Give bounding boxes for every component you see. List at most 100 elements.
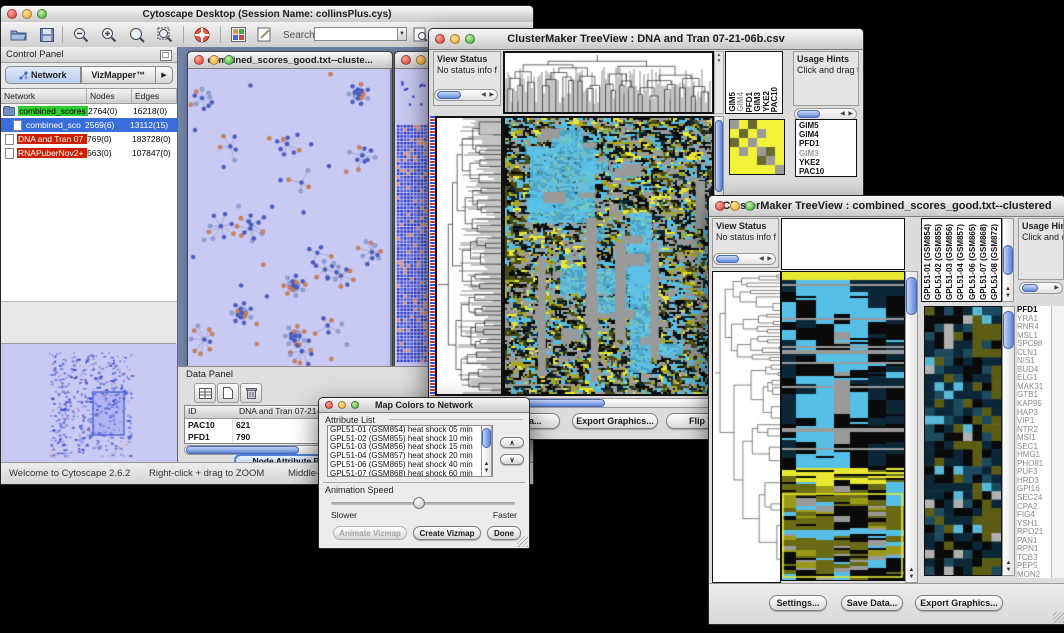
close-button[interactable] xyxy=(325,401,333,409)
minimize-button[interactable] xyxy=(209,55,219,65)
network-canvas[interactable] xyxy=(188,69,390,367)
cytoscape-titlebar[interactable]: Cytoscape Desktop (Session Name: collins… xyxy=(1,6,533,23)
attribute-list[interactable]: GPL51-01 (GSM854) heat shock 05 minGPL51… xyxy=(327,425,493,477)
list-item[interactable]: MON2 xyxy=(1017,571,1051,578)
network-tree-row[interactable]: combined_sco2569(6)13112(15) xyxy=(1,118,177,132)
close-button[interactable] xyxy=(194,55,204,65)
row-label: GIM4 xyxy=(799,130,856,139)
column-label: GPL51-06 (GSM865) xyxy=(969,224,977,300)
minimize-button[interactable] xyxy=(22,9,32,19)
edit-page-icon[interactable] xyxy=(255,25,274,44)
dendrogram-scroll-arrows[interactable]: ▲▼ xyxy=(714,51,724,114)
save-icon[interactable] xyxy=(37,25,56,44)
zoom-heatmap-scrollbar[interactable]: ▲▼ xyxy=(1002,306,1015,576)
minimize-button[interactable] xyxy=(338,401,346,409)
move-up-button[interactable]: ∧ xyxy=(500,437,524,448)
network-tree-row[interactable]: RNAPuberNov2+563(0)107847(0) xyxy=(1,146,177,160)
resize-grip[interactable] xyxy=(1053,612,1064,623)
zoom-out-icon[interactable] xyxy=(71,25,90,44)
close-button[interactable] xyxy=(435,34,445,44)
open-file-icon[interactable] xyxy=(9,25,28,44)
zoom-fit-icon[interactable] xyxy=(155,25,174,44)
treeview2-window: ClusterMaker TreeView : combined_scores_… xyxy=(708,195,1064,625)
zoom-in-icon[interactable] xyxy=(99,25,118,44)
zoom-button[interactable] xyxy=(224,55,234,65)
zoom-matrix[interactable] xyxy=(729,119,785,175)
column-labels-panel: GPL51-01 (GSM854)GPL51-02 (GSM855)GPL51-… xyxy=(921,218,1002,302)
global-heatmap[interactable] xyxy=(781,271,905,581)
column-labels-scrollbar[interactable]: ▲▼ xyxy=(1002,218,1014,302)
new-attribute-icon[interactable] xyxy=(217,383,239,403)
treeview2-titlebar[interactable]: ClusterMaker TreeView : combined_scores_… xyxy=(709,196,1064,217)
minimize-button[interactable] xyxy=(416,55,426,65)
network-tree-row[interactable]: combined_scores2764(0)16218(0) xyxy=(1,104,177,118)
view-status-scrollbar[interactable]: ◀ ▶ xyxy=(434,89,498,101)
export-graphics-button[interactable]: Export Graphics... xyxy=(572,413,658,429)
animation-speed-label: Animation Speed xyxy=(325,485,394,495)
zoom-heatmap[interactable] xyxy=(924,306,1002,576)
network-tree-row[interactable]: DNA and Tran 07769(0)183728(0) xyxy=(1,132,177,146)
column-dendrogram[interactable] xyxy=(781,218,905,270)
search-dropdown-arrow[interactable]: ▼ xyxy=(397,27,407,41)
column-dendrogram[interactable] xyxy=(503,51,714,114)
create-vizmap-button[interactable]: Create Vizmap xyxy=(413,526,481,540)
window-controls xyxy=(325,401,359,409)
doc-icon xyxy=(5,134,14,145)
done-button[interactable]: Done xyxy=(487,526,521,540)
zoom-button[interactable] xyxy=(745,201,755,211)
control-panel-header: Control Panel xyxy=(1,47,177,63)
network-window-titlebar[interactable]: combined_scores_good.txt--cluste... xyxy=(188,52,392,69)
dialog-titlebar[interactable]: Map Colors to Network xyxy=(319,398,529,413)
export-graphics-button[interactable]: Export Graphics... xyxy=(915,595,1003,611)
heatmap-vscrollbar[interactable]: ▲▼ xyxy=(905,271,918,583)
window-controls xyxy=(715,201,755,211)
view-status-scrollbar[interactable]: ◀ ▶ xyxy=(713,253,776,265)
minimize-button[interactable] xyxy=(450,34,460,44)
column-label: GPL51-03 (GSM856) xyxy=(946,224,954,300)
heatmap-hscrollbar[interactable] xyxy=(503,398,714,408)
float-panel-icon[interactable] xyxy=(160,50,172,61)
attribute-table-icon[interactable] xyxy=(194,383,216,403)
close-button[interactable] xyxy=(7,9,17,19)
tab-vizmapper[interactable]: VizMapper™ xyxy=(81,66,157,84)
move-down-button[interactable]: ∨ xyxy=(500,454,524,465)
settings-button[interactable]: Settings... xyxy=(769,595,827,611)
zoom-button[interactable] xyxy=(465,34,475,44)
list-item[interactable]: GPL51-07 (GSM868) heat shock 60 min xyxy=(328,470,492,477)
resize-grip[interactable] xyxy=(517,536,528,547)
column-label: GPL51-07 (GSM868) xyxy=(980,224,988,300)
minimize-button[interactable] xyxy=(730,201,740,211)
help-lifebuoy-icon[interactable] xyxy=(192,25,211,44)
control-panel: Control Panel Network VizMapper™ ▶ Netwo… xyxy=(1,47,178,463)
status-center: Right-click + drag to ZOOM xyxy=(149,468,264,479)
search-input[interactable] xyxy=(314,27,398,41)
delete-attribute-icon[interactable] xyxy=(240,383,262,403)
zoom-selected-icon[interactable] xyxy=(127,25,146,44)
zoom-button[interactable] xyxy=(351,401,359,409)
animate-vizmap-button[interactable]: Animate Vizmap xyxy=(333,526,407,540)
row-dendrogram[interactable] xyxy=(712,271,781,583)
column-label: GPL51-08 (GSM872) xyxy=(991,224,999,300)
column-label: GPL51-04 (GSM857) xyxy=(957,224,965,300)
close-button[interactable] xyxy=(715,201,725,211)
column-label: GIM3 xyxy=(754,92,762,112)
network-table-header: Network Nodes Edges xyxy=(1,88,177,104)
save-data-button[interactable]: Save Data... xyxy=(841,595,903,611)
zoom-button[interactable] xyxy=(37,9,47,19)
treeview2-bottom-bar: Settings... Save Data... Export Graphics… xyxy=(709,583,1064,624)
global-heatmap[interactable] xyxy=(503,116,714,396)
treeview1-titlebar[interactable]: ClusterMaker TreeView : DNA and Tran 07-… xyxy=(429,29,863,50)
birdseye-view[interactable] xyxy=(1,343,176,462)
doc-icon xyxy=(5,148,14,159)
attribute-list-scrollbar[interactable]: ▲▼ xyxy=(481,425,492,477)
usage-hints-panel: Usage Hints Click and drag t xyxy=(1018,218,1064,280)
slider-thumb[interactable] xyxy=(413,497,425,509)
gene-list-scrollbar[interactable] xyxy=(1051,306,1064,578)
usage-hints-scrollbar[interactable]: ▶ xyxy=(1019,282,1063,294)
tab-network[interactable]: Network xyxy=(5,66,81,84)
control-panel-tabs: Network VizMapper™ ▶ xyxy=(5,66,173,84)
close-button[interactable] xyxy=(401,55,411,65)
row-dendrogram[interactable] xyxy=(435,116,503,396)
tab-overflow-button[interactable]: ▶ xyxy=(156,66,173,84)
plugin-grid-icon[interactable] xyxy=(229,25,248,44)
